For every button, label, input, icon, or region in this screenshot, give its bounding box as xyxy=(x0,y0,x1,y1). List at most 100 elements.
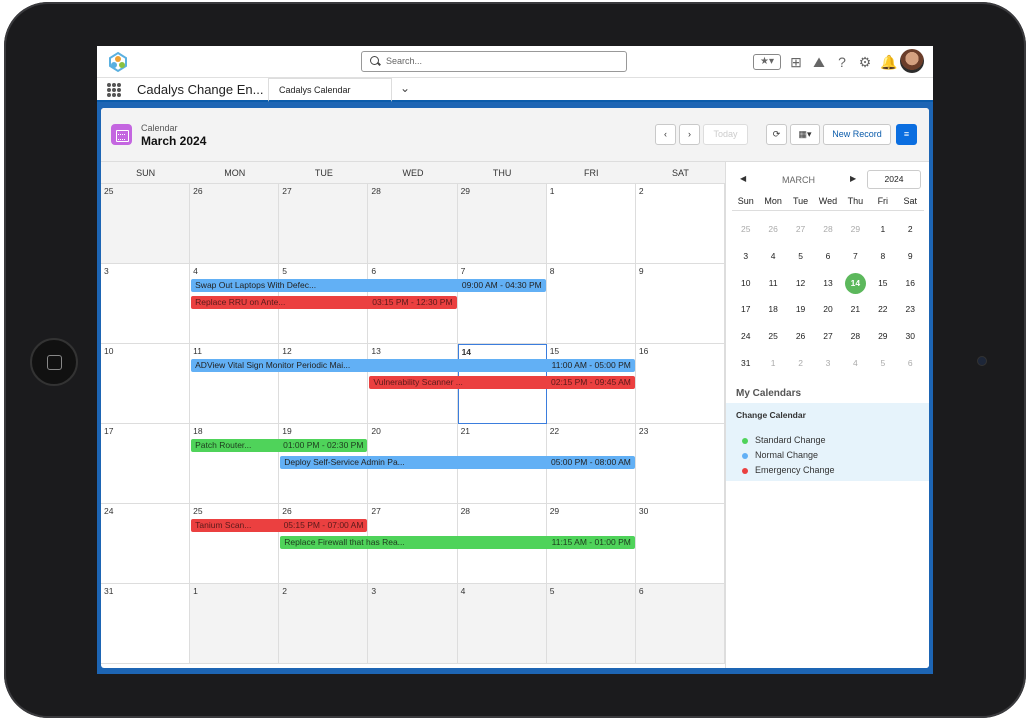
help-icon[interactable]: ? xyxy=(834,54,850,70)
mini-day[interactable]: 22 xyxy=(869,296,896,323)
mini-day[interactable]: 8 xyxy=(869,243,896,270)
mini-day[interactable]: 4 xyxy=(759,243,786,270)
event-bar[interactable]: ADView Vital Sign Monitor Periodic Mai..… xyxy=(191,359,635,372)
mini-day[interactable]: 29 xyxy=(842,216,869,243)
day-cell[interactable]: 16 xyxy=(635,344,725,424)
mini-day[interactable]: 29 xyxy=(869,323,896,350)
mini-day[interactable]: 5 xyxy=(869,350,896,377)
menu-button[interactable]: ≡ xyxy=(896,124,917,145)
day-cell[interactable]: 4 xyxy=(457,584,547,664)
chevron-down-icon[interactable]: ⌄ xyxy=(395,81,415,99)
view-picker-button[interactable]: ▦▾ xyxy=(790,124,820,145)
today-button[interactable]: Today xyxy=(703,124,748,145)
day-cell[interactable]: 11 xyxy=(190,344,280,424)
day-cell[interactable]: 26 xyxy=(190,184,280,264)
mini-day[interactable]: 28 xyxy=(814,216,841,243)
mini-year-field[interactable]: 2024 xyxy=(867,170,921,189)
day-cell[interactable]: 6 xyxy=(635,584,725,664)
mini-day[interactable]: 11 xyxy=(759,270,786,297)
mini-day[interactable]: 24 xyxy=(732,323,759,350)
mini-day[interactable]: 26 xyxy=(759,216,786,243)
mini-day[interactable]: 28 xyxy=(842,323,869,350)
mini-day[interactable]: 26 xyxy=(787,323,814,350)
mini-day[interactable]: 12 xyxy=(787,270,814,297)
day-cell[interactable]: 28 xyxy=(368,184,458,264)
mini-day[interactable]: 10 xyxy=(732,270,759,297)
event-bar[interactable]: Replace Firewall that has Rea... 11:15 AM… xyxy=(280,536,635,549)
mini-day[interactable]: 31 xyxy=(732,350,759,377)
next-month-button[interactable]: › xyxy=(679,124,700,145)
gear-icon[interactable]: ⚙ xyxy=(857,54,873,70)
mini-day[interactable]: 3 xyxy=(814,350,841,377)
favorites-icon[interactable]: ★▾ xyxy=(753,54,781,70)
new-record-button[interactable]: New Record xyxy=(823,124,891,145)
bell-icon[interactable]: 🔔 xyxy=(880,54,897,70)
app-launcher-icon[interactable] xyxy=(107,83,121,97)
mini-day[interactable]: 20 xyxy=(814,296,841,323)
day-cell[interactable]: 2 xyxy=(279,584,369,664)
mini-day[interactable]: 9 xyxy=(897,243,924,270)
day-cell[interactable]: 23 xyxy=(635,424,725,504)
day-cell[interactable]: 10 xyxy=(101,344,191,424)
refresh-button[interactable]: ⟳ xyxy=(766,124,787,145)
mini-day[interactable]: 5 xyxy=(787,243,814,270)
home-button[interactable] xyxy=(30,338,78,386)
day-cell[interactable]: 3 xyxy=(101,264,191,344)
mini-day[interactable]: 25 xyxy=(732,216,759,243)
add-icon[interactable]: ⊞ xyxy=(788,54,804,70)
mini-prev-icon[interactable]: ◀ xyxy=(740,174,746,183)
mini-day[interactable]: 1 xyxy=(869,216,896,243)
event-bar[interactable]: Deploy Self-Service Admin Pa... 05:00 PM … xyxy=(280,456,635,469)
day-cell[interactable]: 2 xyxy=(635,184,725,264)
mini-day[interactable]: 27 xyxy=(787,216,814,243)
event-bar[interactable]: Vulnerability Scanner ... 02:15 PM - 09:4… xyxy=(369,376,635,389)
day-cell[interactable]: 31 xyxy=(101,584,191,664)
event-bar[interactable]: Replace RRU on Ante... 03:15 PM - 12:30 P… xyxy=(191,296,457,309)
mini-day[interactable]: 1 xyxy=(759,350,786,377)
mini-day[interactable]: 23 xyxy=(897,296,924,323)
prev-month-button[interactable]: ‹ xyxy=(655,124,676,145)
avatar[interactable] xyxy=(900,49,924,73)
mini-day[interactable]: 30 xyxy=(897,323,924,350)
day-cell[interactable]: 25 xyxy=(190,504,280,584)
mini-day[interactable]: 13 xyxy=(814,270,841,297)
legend-item[interactable]: Normal Change xyxy=(742,450,818,460)
mini-day[interactable]: 18 xyxy=(759,296,786,323)
event-bar[interactable]: Swap Out Laptops With Defec... 09:00 AM -… xyxy=(191,279,546,292)
legend-item[interactable]: Standard Change xyxy=(742,435,826,445)
mini-day[interactable]: 27 xyxy=(814,323,841,350)
mini-day[interactable]: 2 xyxy=(787,350,814,377)
mini-day[interactable]: 6 xyxy=(897,350,924,377)
mini-day[interactable]: 17 xyxy=(732,296,759,323)
day-cell[interactable]: 1 xyxy=(546,184,636,264)
day-cell[interactable]: 9 xyxy=(635,264,725,344)
day-cell[interactable]: 29 xyxy=(457,184,547,264)
mini-day[interactable]: 4 xyxy=(842,350,869,377)
mini-day[interactable]: 7 xyxy=(842,243,869,270)
mini-day[interactable]: 3 xyxy=(732,243,759,270)
mini-next-icon[interactable]: ▶ xyxy=(850,174,856,183)
mini-day[interactable]: 6 xyxy=(814,243,841,270)
mini-day[interactable]: 2 xyxy=(897,216,924,243)
day-cell[interactable]: 5 xyxy=(546,584,636,664)
day-cell[interactable]: 30 xyxy=(635,504,725,584)
mini-day[interactable]: 19 xyxy=(787,296,814,323)
mini-day[interactable]: 25 xyxy=(759,323,786,350)
tab-cadalys-calendar[interactable]: Cadalys Calendar xyxy=(268,78,392,102)
day-cell[interactable]: 3 xyxy=(368,584,458,664)
legend-item[interactable]: Emergency Change xyxy=(742,465,835,475)
mini-day[interactable]: 15 xyxy=(869,270,896,297)
day-cell[interactable]: 27 xyxy=(279,184,369,264)
day-cell[interactable]: 8 xyxy=(546,264,636,344)
mini-day[interactable]: 14 xyxy=(842,270,869,297)
day-cell[interactable]: 17 xyxy=(101,424,191,504)
day-cell[interactable]: 25 xyxy=(101,184,191,264)
day-cell[interactable]: 18 xyxy=(190,424,280,504)
mini-day[interactable]: 21 xyxy=(842,296,869,323)
mini-day[interactable]: 16 xyxy=(897,270,924,297)
day-cell[interactable]: 12 xyxy=(279,344,369,424)
event-bar[interactable]: Tanium Scan... 05:15 PM - 07:00 AM xyxy=(191,519,368,532)
search-input[interactable]: Search... xyxy=(361,51,627,72)
trailhead-icon[interactable]: ⛰ xyxy=(811,54,827,70)
day-cell[interactable]: 7 xyxy=(457,264,547,344)
